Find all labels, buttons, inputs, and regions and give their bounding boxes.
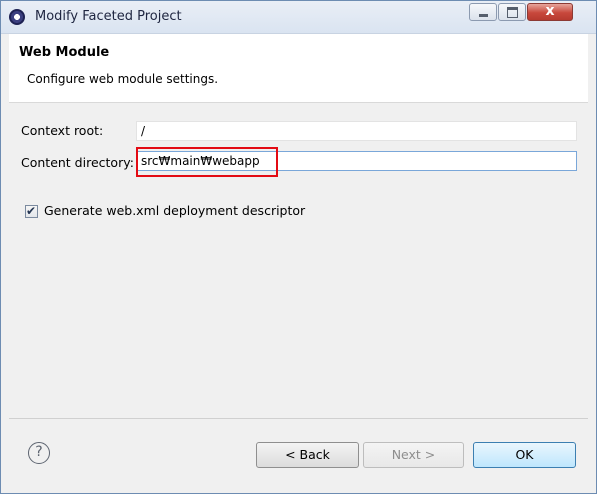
page-description: Configure web module settings.	[27, 72, 219, 86]
footer-divider	[9, 418, 588, 419]
back-button[interactable]: < Back	[256, 442, 359, 468]
next-button[interactable]: Next >	[363, 442, 464, 468]
content-directory-label: Content directory:	[21, 155, 134, 170]
page-header: Web Module Configure web module settings…	[9, 34, 588, 103]
minimize-button[interactable]	[469, 3, 497, 21]
check-icon: ✔	[26, 204, 37, 218]
eclipse-icon	[9, 9, 25, 25]
dialog-window: Modify Faceted Project x Web Module Conf…	[0, 0, 597, 494]
title-bar[interactable]: Modify Faceted Project x	[1, 1, 596, 34]
close-button[interactable]: x	[527, 3, 573, 21]
context-root-label: Context root:	[21, 123, 104, 138]
content-directory-input[interactable]	[136, 151, 577, 171]
generate-webxml-checkbox[interactable]: ✔	[25, 204, 38, 218]
context-root-input[interactable]	[136, 121, 577, 141]
window-title: Modify Faceted Project	[35, 9, 182, 24]
generate-webxml-label[interactable]: Generate web.xml deployment descriptor	[44, 203, 305, 218]
settings-panel: Context root: Content directory: ✔ Gener…	[9, 103, 588, 413]
maximize-button[interactable]	[498, 3, 526, 21]
page-title: Web Module	[19, 45, 110, 60]
help-icon[interactable]: ?	[28, 442, 50, 464]
ok-button[interactable]: OK	[473, 442, 576, 468]
close-icon: x	[545, 3, 555, 19]
